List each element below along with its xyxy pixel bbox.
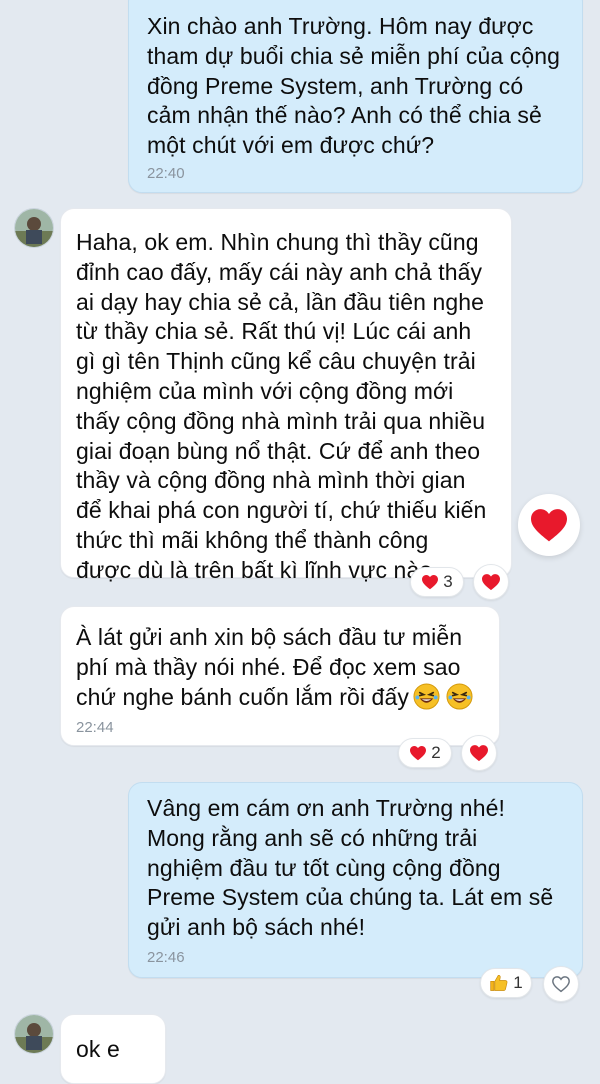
heart-icon (531, 509, 567, 542)
heart-icon (422, 574, 439, 590)
quick-heart-reaction-button[interactable] (518, 494, 580, 556)
heart-icon (410, 745, 427, 761)
react-heart-button[interactable] (473, 564, 509, 600)
react-heart-outline-button[interactable] (543, 966, 579, 1002)
laughing-emoji-icon (413, 683, 440, 710)
message-text: Vâng em cám ơn anh Trường nhé! Mong rằng… (147, 795, 554, 941)
message-text-content: À lát gửi anh xin bộ sách đầu tư miễn ph… (76, 624, 463, 710)
incoming-message-bubble[interactable]: ok e (60, 1014, 166, 1084)
message-text: À lát gửi anh xin bộ sách đầu tư miễn ph… (76, 623, 496, 712)
message-time: 22:44 (76, 719, 114, 736)
message-time: 22:46 (147, 949, 185, 966)
message-text: Haha, ok em. Nhìn chung thì thầy cũng đỉ… (76, 229, 487, 583)
message-text: ok e (76, 1036, 120, 1062)
message-text: Xin chào anh Trường. Hôm nay được tham d… (147, 13, 560, 159)
avatar[interactable] (14, 1014, 54, 1054)
reaction-summary[interactable]: 3 (410, 567, 464, 597)
incoming-message-bubble[interactable]: À lát gửi anh xin bộ sách đầu tư miễn ph… (60, 606, 500, 746)
incoming-message-bubble[interactable]: Haha, ok em. Nhìn chung thì thầy cũng đỉ… (60, 208, 512, 583)
reaction-count: 2 (431, 743, 441, 762)
heart-outline-icon (552, 976, 570, 993)
outgoing-message-bubble[interactable]: Xin chào anh Trường. Hôm nay được tham d… (128, 0, 583, 193)
react-heart-button[interactable] (461, 735, 497, 771)
heart-icon (482, 574, 500, 591)
reaction-count: 3 (443, 572, 453, 591)
message-time: 22:40 (147, 165, 185, 182)
avatar[interactable] (14, 208, 54, 248)
outgoing-message-bubble[interactable]: Vâng em cám ơn anh Trường nhé! Mong rằng… (128, 782, 583, 978)
thumbs-up-icon (490, 975, 508, 991)
heart-icon (470, 745, 488, 762)
avatar-photo-icon (15, 1015, 53, 1053)
avatar-photo-icon (15, 209, 53, 247)
laughing-emoji-icon (446, 683, 473, 710)
reaction-summary[interactable]: 1 (480, 968, 532, 998)
reaction-summary[interactable]: 2 (398, 738, 452, 768)
reaction-count: 1 (513, 973, 523, 992)
